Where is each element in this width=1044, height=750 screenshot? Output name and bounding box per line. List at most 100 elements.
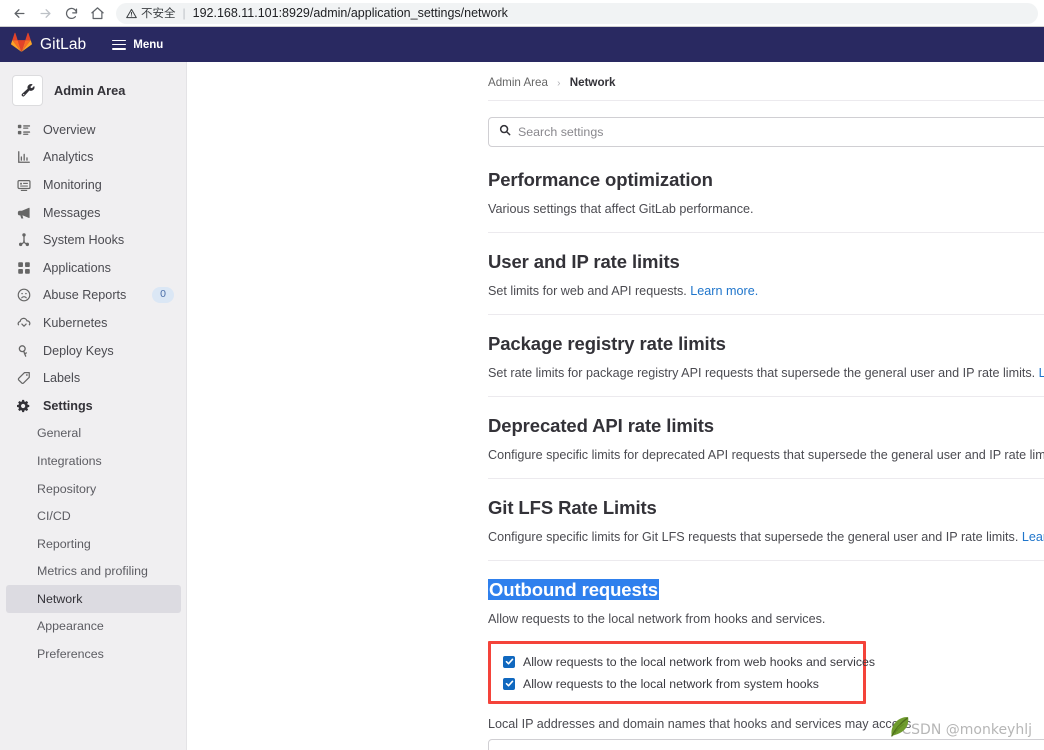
section-description-text: Various settings that affect GitLab perf…: [488, 202, 754, 216]
key-icon: [16, 343, 31, 358]
learn-more-link[interactable]: Learn more.: [1039, 366, 1044, 380]
sidebar-item-messages[interactable]: Messages: [0, 199, 186, 227]
sidebar-context-header[interactable]: Admin Area: [0, 70, 186, 111]
search-settings-wrap: Search settings: [488, 101, 1044, 151]
breadcrumb: Admin Area › Network: [488, 62, 1044, 101]
hook-icon: [16, 233, 31, 248]
sidebar-item-deploy-keys[interactable]: Deploy Keys: [0, 337, 186, 365]
sidebar-subitem-metrics-and-profiling[interactable]: Metrics and profiling: [0, 558, 186, 586]
back-button[interactable]: [6, 2, 32, 24]
section-user-and-ip-rate-limits: User and IP rate limits Set limits for w…: [488, 233, 1044, 315]
sidebar-item-label: Settings: [43, 398, 93, 413]
omnibox-divider: |: [182, 6, 186, 20]
gitlab-tanuki-icon: [11, 32, 32, 57]
checkbox-row-web-hooks[interactable]: Allow requests to the local network from…: [503, 653, 875, 670]
section-description-text: Configure specific limits for Git LFS re…: [488, 530, 1019, 544]
gitlab-top-navbar: GitLab Menu: [0, 27, 1044, 62]
sidebar-item-kubernetes[interactable]: Kubernetes: [0, 309, 186, 337]
gitlab-home-link[interactable]: GitLab: [11, 32, 86, 57]
search-settings-input[interactable]: Search settings: [488, 117, 1044, 147]
gear-icon: [16, 398, 31, 413]
sidebar-subitem-preferences[interactable]: Preferences: [0, 640, 186, 668]
security-status-label: 不安全: [141, 6, 176, 20]
applications-icon: [16, 260, 31, 275]
sidebar-item-label: Labels: [43, 371, 81, 386]
section-description: Set limits for web and API requests. Lea…: [488, 284, 1044, 298]
sidebar-subitem-integrations[interactable]: Integrations: [0, 447, 186, 475]
learn-more-link[interactable]: Learn more.: [1022, 530, 1044, 544]
sidebar-item-label: Overview: [43, 122, 96, 137]
section-title: Git LFS Rate Limits: [488, 497, 657, 518]
learn-more-link[interactable]: Learn more.: [690, 284, 758, 298]
sidebar-item-label: Monitoring: [43, 177, 102, 192]
frown-icon: [16, 288, 31, 303]
sidebar-item-label: Analytics: [43, 150, 94, 165]
reload-button[interactable]: [58, 2, 84, 24]
address-bar[interactable]: 不安全 | 192.168.11.101:8929/admin/applicat…: [116, 2, 1038, 24]
section-description: Set rate limits for package registry API…: [488, 366, 1044, 380]
allowlist-textarea[interactable]: example.com, 192.168.1.1: [488, 739, 1044, 750]
sidebar-item-label: Applications: [43, 260, 111, 275]
search-icon: [499, 123, 511, 141]
section-title: Package registry rate limits: [488, 333, 726, 354]
checkbox-allow-local-network-system-hooks[interactable]: [503, 677, 515, 690]
sidebar-item-abuse-reports[interactable]: Abuse Reports 0: [0, 282, 186, 310]
sidebar-item-applications[interactable]: Applications: [0, 254, 186, 282]
checkbox-row-system-hooks[interactable]: Allow requests to the local network from…: [503, 675, 853, 692]
sidebar-subitem-appearance[interactable]: Appearance: [0, 613, 186, 641]
not-secure-warning-icon: [126, 8, 137, 19]
label-tag-icon: [16, 371, 31, 386]
section-package-registry-rate-limits: Package registry rate limits Set rate li…: [488, 315, 1044, 397]
section-performance-optimization: Performance optimization Various setting…: [488, 151, 1044, 233]
checkbox-label: Allow requests to the local network from…: [523, 676, 819, 691]
section-title: User and IP rate limits: [488, 251, 680, 272]
url-text: 192.168.11.101:8929/admin/application_se…: [192, 6, 508, 20]
sidebar-item-label: Messages: [43, 205, 101, 220]
monitor-icon: [16, 177, 31, 192]
sidebar-subitem-reporting[interactable]: Reporting: [0, 530, 186, 558]
section-description: Allow requests to the local network from…: [488, 612, 1044, 626]
outbound-title-selected-text: Outbound requests: [488, 579, 659, 600]
sidebar-item-system-hooks[interactable]: System Hooks: [0, 226, 186, 254]
sidebar-item-overview[interactable]: Overview: [0, 116, 186, 144]
sidebar-subitem-general[interactable]: General: [0, 420, 186, 448]
sidebar-item-analytics[interactable]: Analytics: [0, 144, 186, 172]
section-description-text: Configure specific limits for deprecated…: [488, 448, 1044, 462]
breadcrumb-separator: ›: [557, 78, 561, 89]
section-description-text: Set rate limits for package registry API…: [488, 366, 1036, 380]
abuse-reports-count-badge: 0: [152, 287, 174, 304]
kubernetes-icon: [16, 315, 31, 330]
checkbox-allow-local-network-web-hooks[interactable]: [503, 655, 515, 668]
sidebar-subitem-network[interactable]: Network: [6, 585, 181, 613]
sidebar-item-label: System Hooks: [43, 233, 125, 248]
section-description: Configure specific limits for Git LFS re…: [488, 530, 1044, 544]
sidebar-subitem-cicd[interactable]: CI/CD: [0, 502, 186, 530]
chart-bar-icon: [16, 150, 31, 165]
hamburger-icon: [112, 39, 127, 50]
breadcrumb-current: Network: [569, 76, 616, 89]
section-deprecated-api-rate-limits: Deprecated API rate limits Configure spe…: [488, 397, 1044, 479]
overview-icon: [16, 122, 31, 137]
megaphone-icon: [16, 205, 31, 220]
main-menu-button[interactable]: Menu: [112, 39, 163, 51]
main-content: Admin Area › Network Search settings Per…: [187, 62, 1044, 750]
section-git-lfs-rate-limits: Git LFS Rate Limits Configure specific l…: [488, 479, 1044, 561]
sidebar-subitem-repository[interactable]: Repository: [0, 475, 186, 503]
home-button[interactable]: [84, 2, 110, 24]
sidebar-item-monitoring[interactable]: Monitoring: [0, 171, 186, 199]
csdn-watermark: CSDN @monkeyhlj: [901, 722, 1032, 738]
section-description-text: Set limits for web and API requests.: [488, 284, 687, 298]
sidebar-item-label: Abuse Reports: [43, 288, 127, 303]
sidebar-item-labels[interactable]: Labels: [0, 364, 186, 392]
forward-button[interactable]: [32, 2, 58, 24]
section-description: Configure specific limits for deprecated…: [488, 448, 1044, 462]
sidebar-context-title: Admin Area: [54, 83, 126, 98]
sidebar-item-settings[interactable]: Settings: [0, 392, 186, 420]
section-title: Outbound requests: [488, 579, 1044, 601]
gitlab-brand-text: GitLab: [40, 35, 87, 53]
section-description: Various settings that affect GitLab perf…: [488, 202, 1044, 216]
section-title: Performance optimization: [488, 169, 713, 190]
breadcrumb-root-link[interactable]: Admin Area: [488, 76, 548, 89]
search-placeholder: Search settings: [518, 125, 604, 139]
main-menu-label: Menu: [133, 38, 164, 51]
